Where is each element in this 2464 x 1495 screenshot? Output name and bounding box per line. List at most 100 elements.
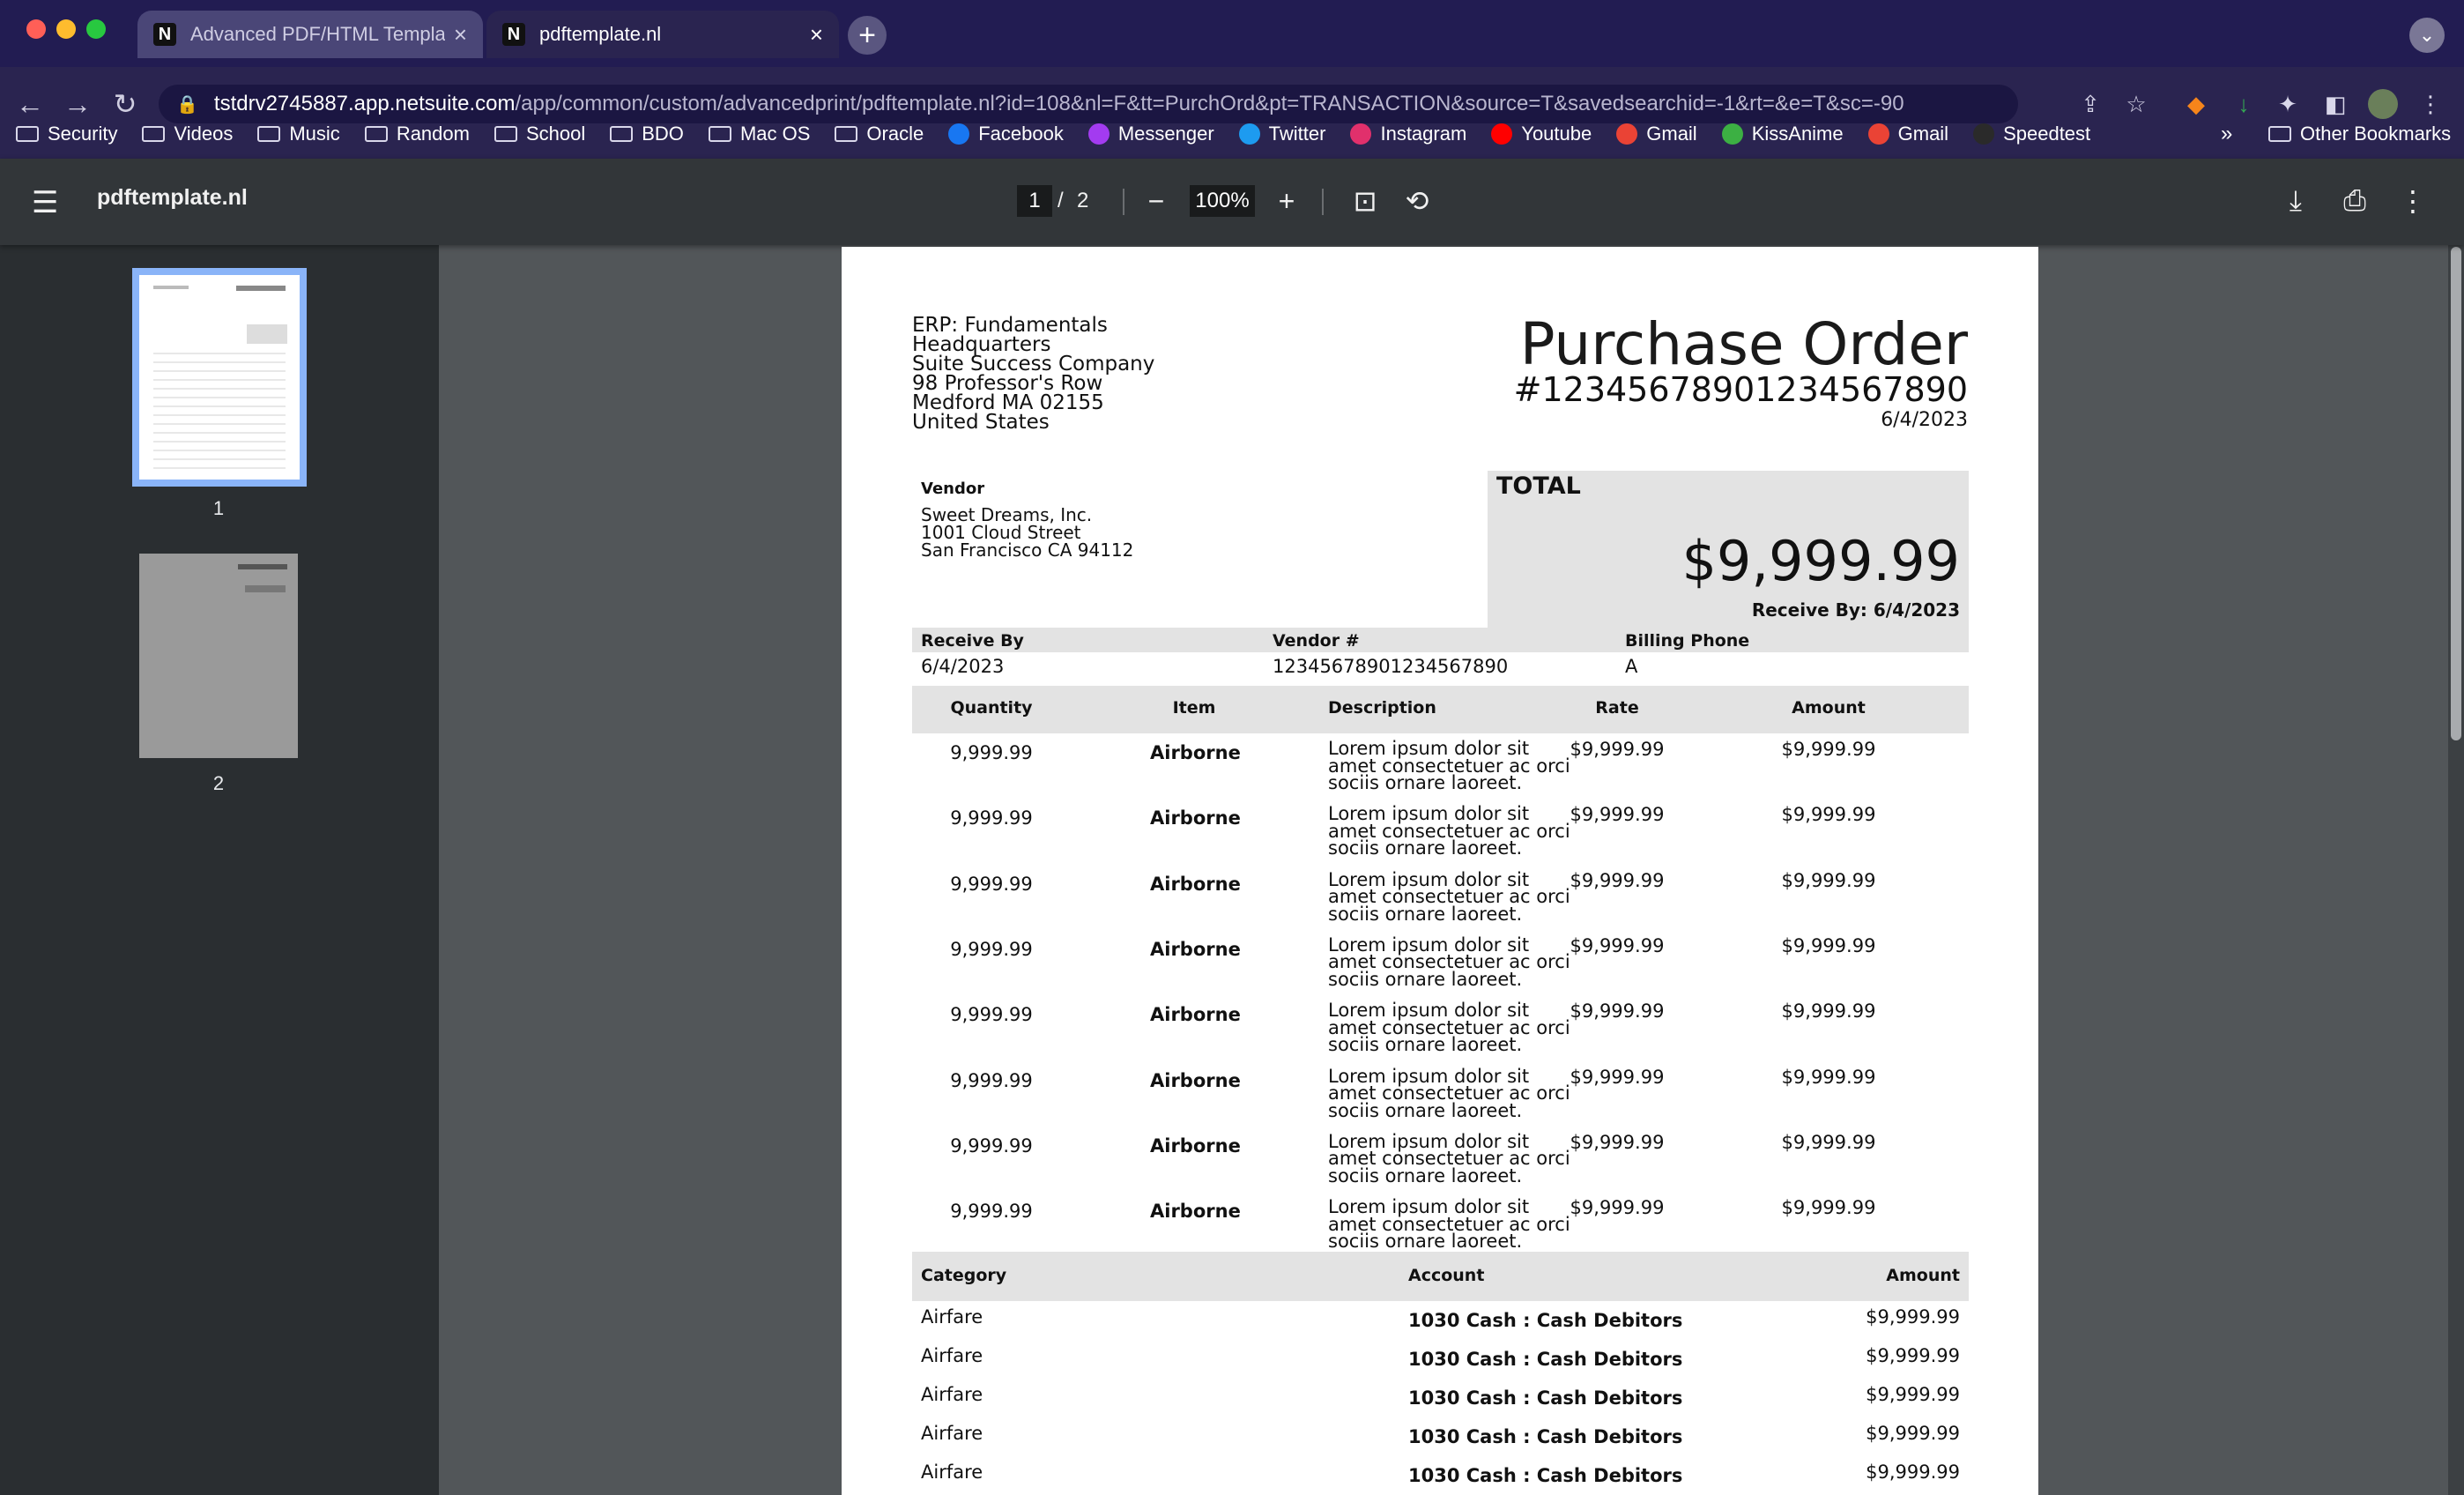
page-thumbnail-2[interactable] xyxy=(139,554,298,758)
item-rate: $9,999.99 xyxy=(1570,934,1665,956)
table-row: 9,999.99 Airborne Lorem ipsum dolor sit ame… xyxy=(912,995,1969,1060)
item-quantity: 9,999.99 xyxy=(950,1004,1033,1026)
tab-pdftemplate[interactable]: N pdftemplate.nl × xyxy=(486,11,839,58)
table-row: Airfare 1030 Cash : Cash Debitors $9,999.9… xyxy=(912,1456,1969,1495)
print-icon[interactable]: ⎙ xyxy=(2335,182,2374,220)
company-line: Medford MA 02155 xyxy=(912,391,1104,414)
bookmark-label: Videos xyxy=(174,123,234,145)
bookmark-item[interactable]: Facebook xyxy=(948,123,1064,145)
table-row: Airfare 1030 Cash : Cash Debitors $9,999.9… xyxy=(912,1417,1969,1456)
item-rate: $9,999.99 xyxy=(1570,1197,1665,1219)
description-line: sociis ornare laoreet. xyxy=(1328,1231,1523,1253)
pdf-filename: pdftemplate.nl xyxy=(97,185,248,210)
pdf-toolbar: ☰ pdftemplate.nl 1 / 2 − 100% + ⊡ ⟲ ⤓ ⎙ … xyxy=(0,159,2464,245)
bookmark-item[interactable]: Youtube xyxy=(1491,123,1592,145)
bookmark-item[interactable]: Instagram xyxy=(1350,123,1466,145)
zoom-level-input[interactable]: 100% xyxy=(1190,185,1255,217)
vertical-scrollbar[interactable] xyxy=(2448,245,2464,1495)
bookmark-item[interactable]: School xyxy=(494,123,585,145)
table-row: 9,999.99 Airborne Lorem ipsum dolor sit ame… xyxy=(912,930,1969,995)
bookmarks-overflow-button[interactable]: » xyxy=(2221,109,2232,159)
item-amount: $9,999.99 xyxy=(1781,1066,1876,1088)
bookmark-item[interactable]: Videos xyxy=(142,123,233,145)
folder-icon xyxy=(364,124,388,144)
pdf-page: ERP: Fundamentals Headquarters Suite Succe… xyxy=(842,247,2038,1495)
scrollbar-thumb[interactable] xyxy=(2451,247,2461,740)
item-description: Lorem ipsum dolor sit amet consectetuer a… xyxy=(1328,1067,1570,1120)
tab-advanced-pdf-template[interactable]: N Advanced PDF/HTML Template × xyxy=(137,11,483,58)
tab-title: Advanced PDF/HTML Template xyxy=(190,23,445,45)
bookmark-item[interactable]: Security xyxy=(16,123,117,145)
page-thumbnail-1[interactable] xyxy=(132,268,307,487)
menu-icon[interactable]: ☰ xyxy=(32,185,58,220)
total-value: $9,999.99 xyxy=(1681,529,1960,593)
other-bookmarks-folder[interactable]: Other Bookmarks xyxy=(2268,109,2451,159)
close-tab-icon[interactable]: × xyxy=(810,21,823,48)
bookmark-item[interactable]: BDO xyxy=(610,123,684,145)
document-title: Purchase Order xyxy=(1519,310,1968,378)
youtube-icon xyxy=(1491,123,1513,145)
new-tab-button[interactable]: + xyxy=(848,16,887,55)
bookmark-label: Instagram xyxy=(1380,123,1467,145)
speedtest-icon xyxy=(1973,123,1995,145)
bookmark-label: BDO xyxy=(642,123,684,145)
folder-icon xyxy=(2268,124,2291,144)
bookmark-item[interactable]: Messenger xyxy=(1087,123,1214,145)
minimize-window-button[interactable] xyxy=(56,19,76,39)
item-quantity: 9,999.99 xyxy=(950,873,1033,895)
vendor-address: Sweet Dreams, Inc. 1001 Cloud Street San F… xyxy=(921,506,1133,559)
item-rate: $9,999.99 xyxy=(1570,739,1665,760)
page-number-input[interactable]: 1 xyxy=(1017,185,1052,217)
bookmark-item[interactable]: Gmail xyxy=(1616,123,1697,145)
rotate-icon[interactable]: ⟲ xyxy=(1398,182,1436,220)
items-header-row: Quantity Item Description Rate Amount xyxy=(912,686,1969,733)
page-separator: / xyxy=(1058,189,1064,212)
bookmark-item[interactable]: KissAnime xyxy=(1721,123,1844,145)
close-window-button[interactable] xyxy=(26,19,46,39)
folder-icon xyxy=(257,124,281,144)
bookmark-label: Random xyxy=(396,123,470,145)
bookmark-label: Other Bookmarks xyxy=(2300,123,2452,145)
item-name: Airborne xyxy=(1150,807,1241,829)
item-name: Airborne xyxy=(1150,1201,1241,1223)
tab-search-button[interactable]: ⌄ xyxy=(2409,18,2445,53)
bookmark-item[interactable]: Mac OS xyxy=(708,123,810,145)
expense-amount: $9,999.99 xyxy=(1866,1345,1960,1366)
netsuite-icon: N xyxy=(502,23,525,46)
expense-account: 1030 Cash : Cash Debitors xyxy=(1408,1465,1683,1486)
bookmark-label: Facebook xyxy=(978,123,1064,145)
item-quantity: 9,999.99 xyxy=(950,938,1033,960)
bookmark-item[interactable]: Music xyxy=(257,123,340,145)
bookmark-item[interactable]: Gmail xyxy=(1867,123,1948,145)
zoom-in-icon[interactable]: + xyxy=(1267,182,1306,220)
bookmark-item[interactable]: Random xyxy=(364,123,470,145)
zoom-out-icon[interactable]: − xyxy=(1137,182,1176,220)
info-value-row: 6/4/2023 12345678901234567890 A xyxy=(912,652,1969,677)
item-quantity: 9,999.99 xyxy=(950,807,1033,829)
bookmark-item[interactable]: Twitter xyxy=(1238,123,1325,145)
zoom-window-button[interactable] xyxy=(86,19,106,39)
description-line: sociis ornare laoreet. xyxy=(1328,1034,1523,1056)
table-row: 9,999.99 Airborne Lorem ipsum dolor sit ame… xyxy=(912,799,1969,864)
download-icon[interactable]: ⤓ xyxy=(2276,182,2315,220)
expense-category: Airfare xyxy=(921,1384,983,1405)
item-amount: $9,999.99 xyxy=(1781,1197,1876,1219)
item-quantity: 9,999.99 xyxy=(950,1069,1033,1091)
fit-to-page-icon[interactable]: ⊡ xyxy=(1346,182,1384,220)
item-amount: $9,999.99 xyxy=(1781,739,1876,760)
table-row: Airfare 1030 Cash : Cash Debitors $9,999.9… xyxy=(912,1301,1969,1340)
folder-icon xyxy=(610,124,634,144)
messenger-icon xyxy=(1087,123,1110,145)
close-tab-icon[interactable]: × xyxy=(454,21,467,48)
more-options-icon[interactable]: ⋮ xyxy=(2393,182,2432,220)
description-line: sociis ornare laoreet. xyxy=(1328,903,1523,925)
company-address: ERP: Fundamentals Headquarters Suite Succe… xyxy=(912,316,1154,433)
info-header-row: Receive By Vendor # Billing Phone xyxy=(912,628,1969,652)
bookmark-label: Oracle xyxy=(866,123,924,145)
bookmark-item[interactable]: Oracle xyxy=(835,123,924,145)
item-name: Airborne xyxy=(1150,1134,1241,1157)
bookmark-item[interactable]: Speedtest xyxy=(1973,123,2090,145)
item-description: Lorem ipsum dolor sit amet consectetuer a… xyxy=(1328,1133,1570,1186)
item-description: Lorem ipsum dolor sit amet consectetuer a… xyxy=(1328,740,1570,792)
item-quantity: 9,999.99 xyxy=(950,742,1033,763)
